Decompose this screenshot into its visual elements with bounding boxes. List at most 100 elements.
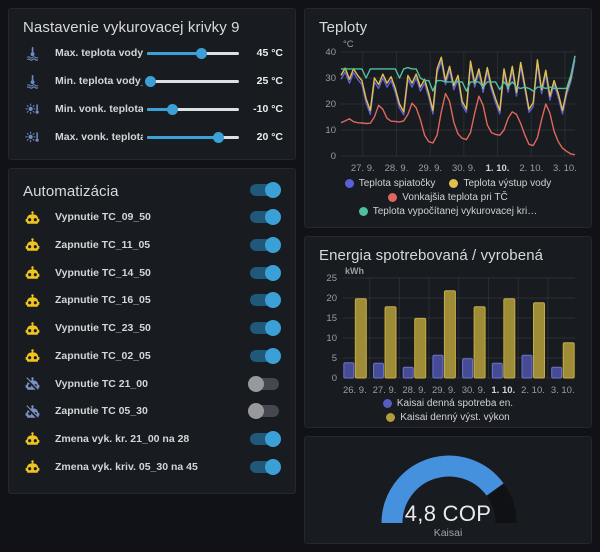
x-tick-label: 28. 9. [402, 385, 426, 396]
automation-header: Automatizácia [21, 177, 283, 203]
sun-thermometer-icon [25, 130, 47, 145]
robot-icon [25, 237, 47, 252]
slider-value: -10 °C [247, 103, 283, 115]
automation-label: Vypnutie TC_23_50 [55, 322, 250, 334]
automation-label: Zapnutie TC_11_05 [55, 239, 250, 251]
toggle-knob [248, 376, 264, 392]
legend-dot [359, 207, 368, 216]
y-tick-label: 20 [325, 99, 336, 110]
toggle-switch[interactable] [250, 267, 279, 279]
robot-icon [25, 459, 47, 474]
sun-thermometer-icon [25, 102, 47, 117]
toggle-knob [265, 320, 281, 336]
min-outdoor-temp-slider[interactable] [147, 103, 239, 115]
bar-spotreba [344, 363, 354, 378]
panel-title: Teploty [317, 17, 579, 36]
bar-spotreba [403, 367, 413, 378]
bar-vykon [563, 343, 574, 378]
slider-row: Min. vonk. teplota_T4H1 -10 °C [21, 96, 283, 122]
bar-spotreba [433, 355, 443, 378]
automation-row: Zmena vyk. kriv. 05_30 na 45 [21, 453, 283, 480]
legend-item[interactable]: Teplota vypočítanej vykurovacej kri… [359, 206, 538, 217]
x-tick-label: 2. 10. [521, 385, 545, 396]
gauge-value: 4,8 COP [317, 501, 579, 527]
robot-off-icon [25, 404, 47, 419]
toggle-switch[interactable] [250, 239, 279, 251]
legend-label: Vonkajšia teplota pri TČ [402, 192, 507, 203]
right-column: Teploty 010203040°C27. 9.28. 9.29. 9.30.… [304, 8, 592, 544]
automation-master-toggle[interactable] [250, 184, 279, 196]
toggle-switch[interactable] [250, 211, 279, 223]
toggle-switch[interactable] [250, 294, 279, 306]
y-tick-label: 15 [326, 313, 337, 324]
x-tick-label: 27. 9. [373, 385, 397, 396]
automation-row: Zapnutie TC_02_05 [21, 342, 283, 369]
energia-bar-chart[interactable]: 0510152025kWh26. 9.27. 9.28. 9.29. 9.30.… [317, 266, 581, 396]
slider-thumb[interactable] [196, 48, 207, 59]
legend-dot [345, 179, 354, 188]
toggle-knob [265, 237, 281, 253]
toggle-switch[interactable] [250, 350, 279, 362]
slider-thumb[interactable] [145, 76, 156, 87]
automation-label: Zapnutie TC 05_30 [55, 405, 250, 417]
slider-thumb[interactable] [213, 132, 224, 143]
teploty-legend: Teplota spiatočky Teplota výstup vody Vonk… [317, 178, 579, 217]
bar-spotreba [374, 363, 384, 378]
y-tick-label: 0 [331, 151, 336, 162]
toggle-switch[interactable] [250, 378, 279, 390]
automation-label: Zapnutie TC_02_05 [55, 350, 250, 362]
slider-thumb[interactable] [167, 104, 178, 115]
automation-label: Zmena vyk. kr. 21_00 na 28 [55, 433, 250, 445]
y-axis-unit: kWh [345, 266, 364, 276]
toggle-knob [265, 182, 281, 198]
legend-label: Teplota výstup vody [463, 178, 551, 189]
x-tick-label: 3. 10. [551, 385, 575, 396]
panel-title: Nastavenie vykurovacej krivky 9 [21, 17, 283, 36]
min-water-temp-slider[interactable] [147, 75, 239, 87]
water-thermometer-icon [25, 46, 47, 61]
gauge-wrap: 4,8 COP Kaisai [317, 445, 579, 539]
y-axis-unit: °C [343, 39, 354, 50]
automation-row: Zapnutie TC_11_05 [21, 231, 283, 258]
max-outdoor-temp-slider[interactable] [147, 131, 239, 143]
bar-spotreba [463, 359, 473, 378]
legend-dot [386, 413, 395, 422]
automation-row: Zapnutie TC_16_05 [21, 287, 283, 314]
x-tick-label: 1. 10. [491, 385, 515, 396]
slider-value: 25 °C [247, 75, 283, 87]
toggle-switch[interactable] [250, 405, 279, 417]
slider-value: 20 °C [247, 131, 283, 143]
x-tick-label: 28. 9. [385, 163, 409, 174]
x-tick-label: 29. 9. [432, 385, 456, 396]
legend-label: Teplota vypočítanej vykurovacej kri… [373, 206, 538, 217]
legend-item[interactable]: Teplota spiatočky [345, 178, 436, 189]
legend-item[interactable]: Kaisai denný výst. výkon [386, 412, 510, 423]
y-tick-label: 10 [326, 333, 337, 344]
slider-label: Min. vonk. teplota_T4H1 [55, 103, 143, 115]
panel-teploty: Teploty 010203040°C27. 9.28. 9.29. 9.30.… [304, 8, 592, 228]
bar-vykon [444, 291, 455, 378]
toggle-knob [265, 459, 281, 475]
robot-icon [25, 210, 47, 225]
legend-item[interactable]: Kaisai denná spotreba en. [383, 398, 513, 409]
toggle-switch[interactable] [250, 322, 279, 334]
max-water-temp-slider[interactable] [147, 47, 239, 59]
automation-label: Vypnutie TC 21_00 [55, 378, 250, 390]
bar-vykon [504, 299, 515, 378]
toggle-switch[interactable] [250, 461, 279, 473]
panel-heating-curve: Nastavenie vykurovacej krivky 9 Max. tep… [8, 8, 296, 160]
robot-icon [25, 321, 47, 336]
bar-vykon [355, 299, 366, 378]
x-tick-label: 3. 10. [553, 163, 577, 174]
legend-item[interactable]: Vonkajšia teplota pri TČ [388, 192, 507, 203]
slider-value: 45 °C [247, 47, 283, 59]
legend-item[interactable]: Teplota výstup vody [449, 178, 551, 189]
automation-row: Vypnutie TC_23_50 [21, 315, 283, 342]
teploty-line-chart[interactable]: 010203040°C27. 9.28. 9.29. 9.30. 9.1. 10… [317, 38, 581, 176]
water-thermometer-icon [25, 74, 47, 89]
y-tick-label: 25 [326, 273, 337, 284]
bar-spotreba [522, 355, 532, 378]
toggle-switch[interactable] [250, 433, 279, 445]
automation-row: Zapnutie TC 05_30 [21, 398, 283, 425]
automation-label: Vypnutie TC_14_50 [55, 267, 250, 279]
